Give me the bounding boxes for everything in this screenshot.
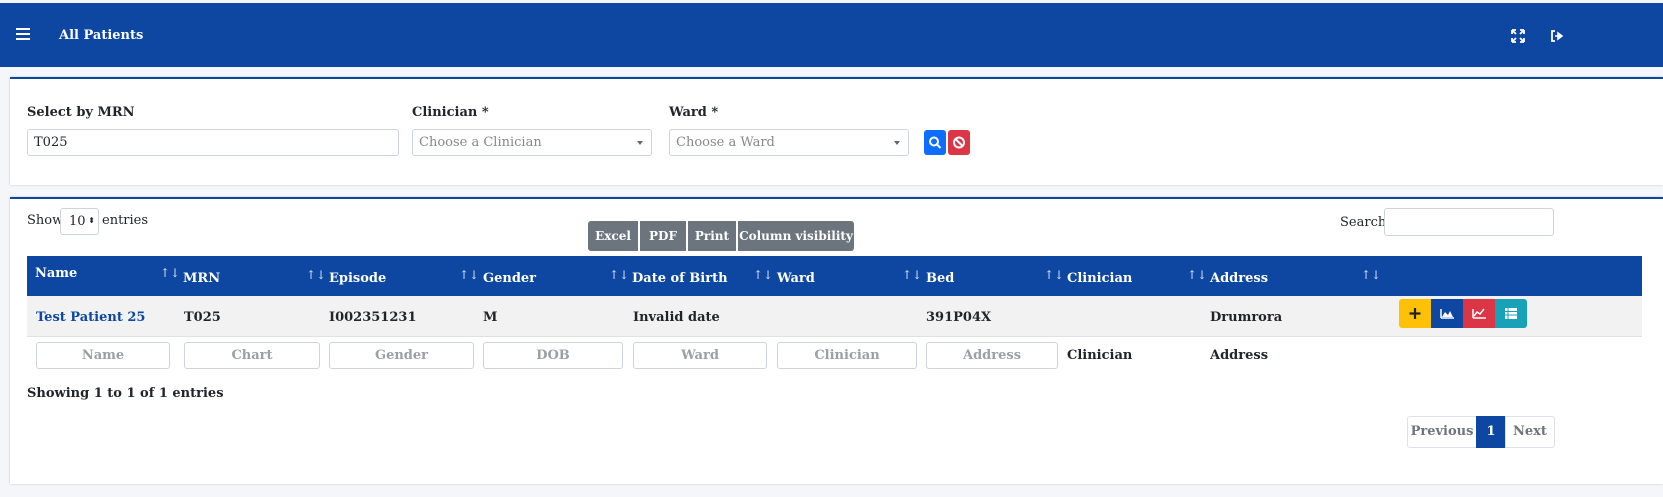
area-chart-button[interactable] — [1431, 299, 1463, 328]
col-header-clinician[interactable]: Clinician — [1067, 271, 1132, 286]
clear-button[interactable] — [948, 130, 970, 155]
cell-address: Drumrora — [1210, 310, 1283, 325]
chevron-down-icon — [894, 141, 900, 145]
sort-icon[interactable]: ↑↓ — [1361, 268, 1381, 282]
column-visibility-label: Column visibility — [739, 229, 853, 243]
sort-icon[interactable]: ↑↓ — [306, 268, 326, 282]
cell-bed: 391P04X — [926, 310, 992, 325]
patient-name-link[interactable]: Test Patient 25 — [36, 310, 145, 325]
col-header-episode[interactable]: Episode — [329, 271, 386, 286]
print-button[interactable]: Print — [688, 221, 736, 251]
previous-page-button[interactable]: Previous — [1407, 416, 1477, 448]
filter-address-static: Address — [1210, 348, 1269, 363]
col-header-name[interactable]: Name — [35, 266, 77, 281]
add-button[interactable] — [1399, 299, 1431, 328]
filter-clinician-input[interactable]: Clinician — [777, 342, 917, 369]
table-card: Show 10 ⬍ entries Excel PDF Print Column… — [10, 197, 1663, 484]
page-title: All Patients — [59, 28, 144, 43]
top-navbar: All Patients — [0, 3, 1663, 67]
sort-icon[interactable]: ↑↓ — [1187, 268, 1207, 282]
filter-gender-input[interactable]: Gender — [329, 342, 474, 369]
search-icon — [929, 136, 942, 149]
cell-episode: I002351231 — [329, 310, 417, 325]
ward-label: Ward * — [669, 105, 719, 120]
cell-mrn: T025 — [184, 310, 221, 325]
sort-updown-icon: ⬍ — [88, 216, 95, 225]
next-page-button[interactable]: Next — [1505, 416, 1555, 448]
page-1-button[interactable]: 1 — [1476, 416, 1506, 448]
search-button[interactable] — [924, 130, 946, 155]
filter-name-input[interactable]: Name — [36, 342, 170, 369]
filter-clinician-static: Clinician — [1067, 348, 1133, 363]
logout-icon[interactable] — [1550, 29, 1564, 43]
table-header: Name ↑↓ MRN ↑↓ Episode ↑↓ Gender ↑↓ Date… — [27, 256, 1642, 296]
filter-chart-input[interactable]: Chart — [184, 342, 320, 369]
col-header-address[interactable]: Address — [1210, 271, 1268, 286]
ward-select-placeholder: Choose a Ward — [676, 135, 775, 150]
mrn-label: Select by MRN — [27, 105, 135, 120]
show-label: Show — [27, 213, 64, 228]
cell-gender: M — [483, 310, 498, 325]
area-chart-icon — [1440, 309, 1454, 319]
plus-icon — [1409, 308, 1421, 319]
cell-dob: Invalid date — [633, 310, 720, 325]
excel-button[interactable]: Excel — [588, 221, 638, 251]
column-visibility-button[interactable]: Column visibility ▼ — [738, 221, 854, 272]
entries-select[interactable]: 10 ⬍ — [60, 208, 99, 235]
table-icon — [1505, 308, 1517, 319]
fullscreen-icon[interactable] — [1511, 29, 1525, 43]
filter-address-input[interactable]: Address — [926, 342, 1058, 369]
filter-ward-input[interactable]: Ward — [633, 342, 767, 369]
sort-icon[interactable]: ↑↓ — [902, 268, 922, 282]
filter-card: Select by MRN T025 Clinician * Choose a … — [10, 77, 1663, 185]
chevron-down-icon — [637, 141, 643, 145]
table-info: Showing 1 to 1 of 1 entries — [27, 386, 224, 401]
col-header-ward[interactable]: Ward — [777, 271, 815, 286]
line-chart-icon — [1472, 308, 1486, 319]
clinician-label: Clinician * — [412, 105, 489, 120]
sort-icon[interactable]: ↑↓ — [609, 268, 629, 282]
mrn-input[interactable]: T025 — [27, 129, 399, 156]
entries-value: 10 — [69, 214, 86, 229]
sort-icon[interactable]: ↑↓ — [753, 268, 773, 282]
sort-icon[interactable]: ↑↓ — [459, 268, 479, 282]
clinician-select[interactable]: Choose a Clinician — [412, 129, 652, 156]
line-chart-button[interactable] — [1463, 299, 1495, 328]
table-view-button[interactable] — [1495, 299, 1527, 328]
sort-icon[interactable]: ↑↓ — [160, 266, 180, 280]
sort-icon[interactable]: ↑↓ — [1044, 268, 1064, 282]
clinician-select-placeholder: Choose a Clinician — [419, 135, 542, 150]
entries-label: entries — [102, 213, 149, 228]
filter-dob-input[interactable]: DOB — [483, 342, 623, 369]
ban-icon — [953, 136, 965, 149]
col-header-dob[interactable]: Date of Birth — [632, 271, 728, 286]
table-search-input[interactable] — [1384, 208, 1554, 236]
col-header-gender[interactable]: Gender — [483, 271, 536, 286]
col-header-mrn[interactable]: MRN — [183, 271, 220, 286]
col-header-bed[interactable]: Bed — [926, 271, 954, 286]
ward-select[interactable]: Choose a Ward — [669, 129, 909, 156]
pdf-button[interactable]: PDF — [640, 221, 686, 251]
hamburger-menu-icon[interactable] — [16, 28, 30, 42]
